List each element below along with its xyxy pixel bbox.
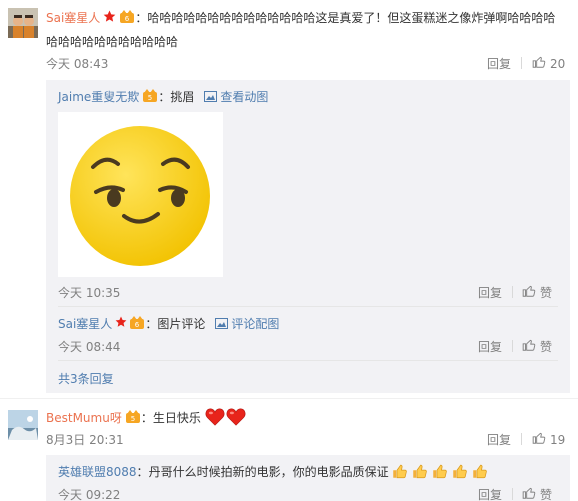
divider (512, 286, 513, 298)
thumbs-up-icon (522, 338, 536, 355)
divider (521, 433, 522, 445)
reply-username[interactable]: 英雄联盟8088 (58, 463, 137, 480)
more-replies-link[interactable]: 共3条回复 (58, 370, 114, 387)
comment-time: 今天 08:43 (46, 57, 109, 71)
view-animation-link[interactable]: 查看动图 (220, 88, 268, 105)
heart-icon (226, 408, 246, 426)
comment-text-line2: 哈哈哈哈哈哈哈哈哈哈哈 (46, 33, 178, 50)
svg-text:6: 6 (125, 15, 130, 23)
view-image-link[interactable]: 评论配图 (231, 315, 279, 332)
like-button[interactable]: 19 (532, 431, 565, 448)
reply-label: 回复 (478, 488, 503, 501)
like-label: 赞 (540, 488, 553, 501)
comment-divider (0, 398, 578, 399)
thumbs-up-icon (532, 55, 546, 72)
comment-username[interactable]: Sai塞星人 (46, 9, 100, 26)
thumbs-up-icon (522, 486, 536, 501)
smirk-emoji-icon (70, 126, 210, 266)
reply-username[interactable]: Sai塞星人 (58, 315, 112, 332)
comment-time: 8月3日 20:31 (46, 433, 124, 447)
like-count: 20 (550, 56, 566, 71)
vip-crown-icon: 6 (129, 315, 145, 332)
like-button[interactable]: 赞 (522, 338, 552, 355)
like-label: 赞 (540, 286, 553, 300)
reply-divider (58, 306, 558, 307)
like-label: 赞 (540, 340, 553, 354)
like-button[interactable]: 赞 (522, 486, 552, 501)
comment-colon: ： (135, 11, 148, 25)
reply-button[interactable]: 回复 (487, 55, 511, 72)
like-count: 19 (550, 432, 566, 447)
reply-divider (58, 360, 558, 361)
reply-header: Sai塞星人 6 ： 图片评论 评论配图 (58, 315, 279, 332)
reply-text: 挑眉 (170, 90, 195, 104)
svg-text:5: 5 (148, 94, 152, 102)
vip-crown-icon: 5 (125, 409, 141, 426)
comment-header: Sai塞星人 6 ： 哈哈哈哈哈哈哈哈哈哈哈哈哈哈这是真爱了！但这蛋糕迷之像炸弹… (46, 9, 555, 26)
reply-time: 今天 09:22 (58, 488, 121, 501)
image-icon (204, 91, 218, 102)
reply-colon: ： (145, 317, 158, 331)
comment-username[interactable]: BestMumu呀 (46, 409, 122, 426)
thumbs-up-icon (522, 284, 536, 301)
vip-crown-icon: 6 (119, 9, 135, 26)
avatar[interactable] (8, 410, 38, 440)
reply-button[interactable]: 回复 (478, 486, 502, 501)
reply-label: 回复 (487, 57, 512, 71)
like-button[interactable]: 赞 (522, 284, 552, 301)
reply-time: 今天 10:35 (58, 286, 121, 300)
like-button[interactable]: 20 (532, 55, 565, 72)
avatar[interactable] (8, 8, 38, 38)
thumbs-up-emoji-icon (391, 462, 489, 480)
reply-header: 英雄联盟8088 ： 丹哥什么时候拍新的电影，你的电影品质保证 (58, 462, 489, 480)
reply-button[interactable]: 回复 (478, 338, 502, 355)
divider (521, 57, 522, 69)
comment-text: 哈哈哈哈哈哈哈哈哈哈哈哈哈哈这是真爱了！但这蛋糕迷之像炸弹啊哈哈哈哈 (147, 11, 556, 25)
reply-image[interactable] (58, 112, 223, 277)
comment-text-cont: 哈哈哈哈哈哈哈哈哈哈哈 (46, 35, 179, 49)
image-icon (215, 318, 229, 329)
reply-button[interactable]: 回复 (487, 431, 511, 448)
reply-colon: ： (158, 90, 171, 104)
reply-colon: ： (136, 464, 149, 479)
divider (512, 340, 513, 352)
svg-text:5: 5 (131, 415, 135, 423)
reply-text: 丹哥什么时候拍新的电影，你的电影品质保证 (148, 464, 389, 479)
star-badge-icon (115, 316, 127, 331)
vip-crown-icon: 5 (142, 88, 158, 105)
comment-text: 生日快乐 (152, 410, 201, 425)
reply-text: 图片评论 (157, 317, 206, 331)
reply-button[interactable]: 回复 (478, 284, 502, 301)
comment-colon: ： (140, 410, 153, 425)
reply-label: 回复 (478, 340, 503, 354)
reply-username[interactable]: Jaime重叟无欺 (58, 88, 139, 105)
thumbs-up-icon (532, 431, 546, 448)
svg-text:6: 6 (135, 321, 140, 329)
heart-icon (205, 408, 225, 426)
reply-time: 今天 08:44 (58, 340, 121, 354)
star-badge-icon (103, 10, 116, 26)
reply-label: 回复 (478, 286, 503, 300)
reply-header: Jaime重叟无欺 5 ： 挑眉 查看动图 (58, 88, 268, 105)
comment-header: BestMumu呀 5 ： 生日快乐 (46, 408, 246, 426)
reply-label: 回复 (487, 433, 512, 447)
divider (512, 488, 513, 500)
